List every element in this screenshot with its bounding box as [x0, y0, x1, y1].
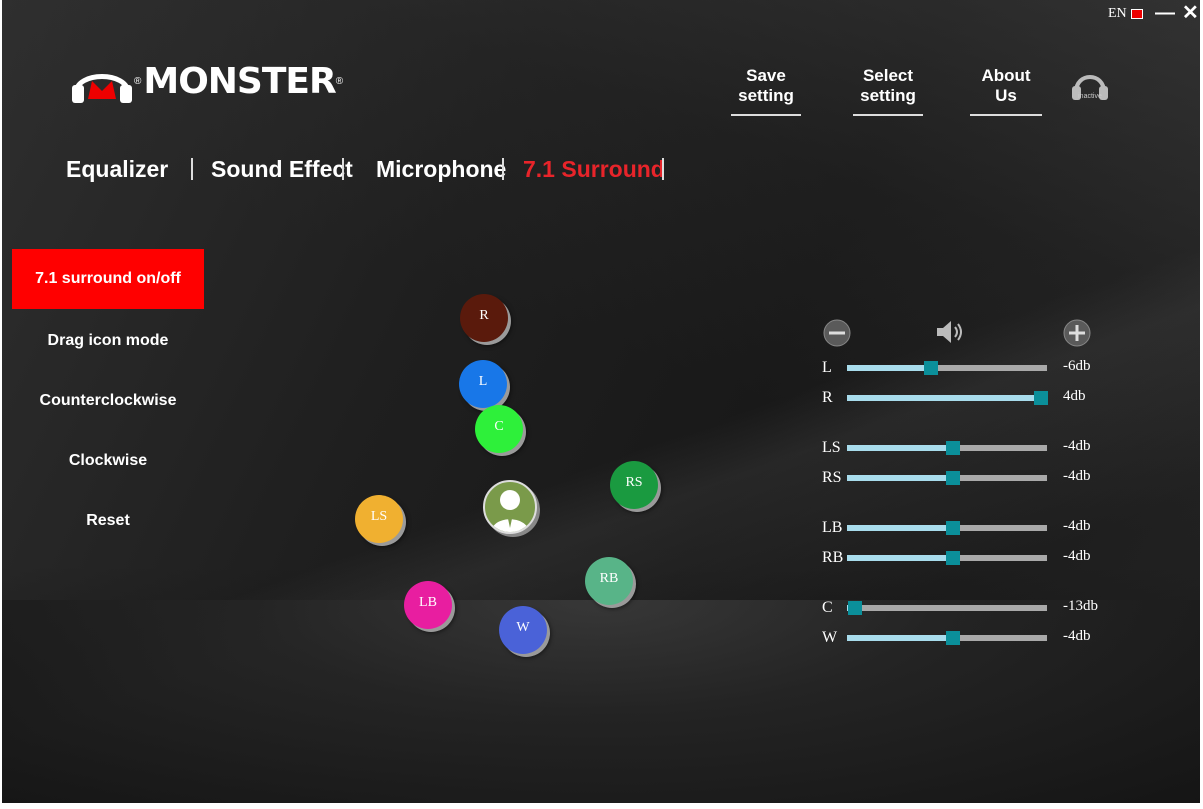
- tab-divider: [662, 158, 664, 180]
- speaker-rb[interactable]: RB: [585, 557, 633, 605]
- channel-label: RS: [822, 469, 842, 486]
- clockwise-button[interactable]: Clockwise: [12, 431, 204, 491]
- channel-slider-thumb[interactable]: [946, 441, 960, 455]
- channel-db-value: -13db: [1063, 598, 1098, 614]
- channel-slider-fill: [847, 525, 953, 531]
- close-icon[interactable]: ✕: [1182, 2, 1199, 24]
- tab-divider: [342, 158, 344, 180]
- channel-slider[interactable]: [847, 631, 1047, 645]
- surround-toggle-button[interactable]: 7.1 surround on/off: [12, 249, 204, 309]
- channel-slider-fill: [847, 555, 953, 561]
- plus-circle-icon[interactable]: [1063, 319, 1091, 347]
- channel-slider-thumb[interactable]: [946, 631, 960, 645]
- speaker-ls[interactable]: LS: [355, 495, 403, 543]
- language-label: EN: [1108, 6, 1127, 21]
- tab-equalizer[interactable]: Equalizer: [66, 156, 168, 183]
- channel-db-value: -4db: [1063, 628, 1091, 644]
- speaker-w[interactable]: W: [499, 606, 547, 654]
- monster-audio-app: EN — ✕ ® MONSTER ® Save setting Select s…: [2, 0, 1200, 803]
- tab-sound-effect[interactable]: Sound Effect: [211, 156, 353, 183]
- monster-logo: ® MONSTER ®: [70, 58, 343, 104]
- tab-7-1-surround[interactable]: 7.1 Surround: [523, 156, 665, 183]
- channel-label: C: [822, 599, 833, 616]
- speaker-c[interactable]: C: [475, 405, 523, 453]
- listener-avatar-icon: [483, 480, 537, 534]
- reset-button[interactable]: Reset: [12, 491, 204, 551]
- tab-microphone[interactable]: Microphone: [376, 156, 506, 183]
- channel-slider[interactable]: [847, 471, 1047, 485]
- speaker-r[interactable]: R: [460, 294, 508, 342]
- channel-db-value: -4db: [1063, 548, 1091, 564]
- language-selector[interactable]: EN: [1108, 6, 1143, 22]
- about-us-button[interactable]: About Us: [970, 66, 1042, 116]
- speaker-rs[interactable]: RS: [610, 461, 658, 509]
- channel-slider[interactable]: [847, 551, 1047, 565]
- channel-slider-fill: [847, 445, 953, 451]
- channel-slider[interactable]: [847, 391, 1048, 405]
- channel-db-value: -4db: [1063, 468, 1091, 484]
- channel-slider-fill: [847, 395, 1041, 401]
- channel-db-value: 4db: [1063, 388, 1086, 404]
- floor-background: [2, 600, 1200, 803]
- logo-registered-mark: ®: [134, 75, 142, 87]
- channel-slider-thumb[interactable]: [946, 551, 960, 565]
- channel-slider-thumb[interactable]: [1034, 391, 1048, 405]
- channel-slider-thumb[interactable]: [924, 361, 938, 375]
- speaker-lb[interactable]: LB: [404, 581, 452, 629]
- channel-db-value: -4db: [1063, 518, 1091, 534]
- channel-slider[interactable]: [847, 441, 1047, 455]
- speaker-l[interactable]: L: [459, 360, 507, 408]
- channel-slider-fill: [847, 475, 953, 481]
- select-setting-button[interactable]: Select setting: [839, 66, 937, 116]
- counterclockwise-button[interactable]: Counterclockwise: [12, 371, 204, 431]
- tab-divider: [502, 158, 504, 180]
- drag-icon-mode-button[interactable]: Drag icon mode: [12, 311, 204, 371]
- minus-circle-icon[interactable]: [823, 319, 851, 347]
- tab-divider: [191, 158, 193, 180]
- channel-label: R: [822, 389, 833, 406]
- channel-slider-thumb[interactable]: [946, 521, 960, 535]
- device-status-label: inactive: [1078, 93, 1102, 100]
- channel-label: W: [822, 629, 838, 646]
- channel-db-value: -4db: [1063, 438, 1091, 454]
- minimize-icon[interactable]: —: [1155, 2, 1175, 24]
- save-setting-button[interactable]: Save setting: [724, 66, 808, 116]
- channel-label: LB: [822, 519, 843, 536]
- channel-slider-fill: [847, 365, 931, 371]
- channel-slider[interactable]: [847, 361, 1047, 375]
- channel-slider-thumb[interactable]: [946, 471, 960, 485]
- channel-slider-thumb[interactable]: [848, 601, 862, 615]
- language-flag-icon: [1130, 8, 1143, 19]
- monster-headphone-logo-icon: [72, 74, 132, 103]
- brand-registered-mark: ®: [335, 75, 344, 87]
- channel-slider[interactable]: [847, 521, 1047, 535]
- channel-label: LS: [822, 439, 841, 456]
- channel-slider[interactable]: [847, 601, 1047, 615]
- channel-db-value: -6db: [1063, 358, 1091, 374]
- channel-slider-fill: [847, 635, 953, 641]
- speaker-volume-icon: [937, 321, 962, 343]
- brand-name: MONSTER: [143, 60, 336, 102]
- channel-label: L: [822, 359, 832, 376]
- channel-label: RB: [822, 549, 844, 566]
